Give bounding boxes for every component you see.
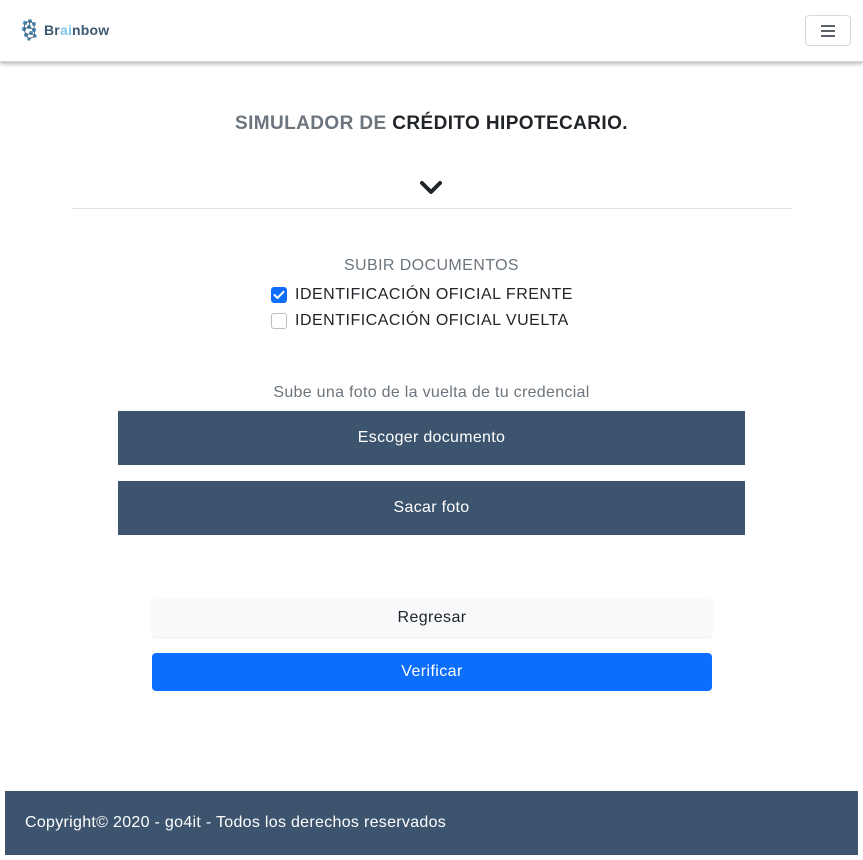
brand-logo[interactable]: Brainbow — [19, 16, 109, 44]
chevron-down-icon[interactable] — [419, 180, 443, 196]
checkbox-label: IDENTIFICACIÓN OFICIAL FRENTE — [295, 286, 573, 303]
page-title: SIMULADOR DE CRÉDITO HIPOTECARIO. — [235, 113, 628, 134]
checkbox-row-id-front[interactable]: IDENTIFICACIÓN OFICIAL FRENTE — [271, 286, 573, 304]
footer-copyright: Copyright© 2020 - go4it - Todos los dere… — [25, 814, 447, 831]
hamburger-icon — [821, 25, 835, 37]
navbar: Brainbow — [0, 0, 863, 62]
back-button[interactable]: Regresar — [152, 599, 712, 637]
footer: Copyright© 2020 - go4it - Todos los dere… — [5, 791, 858, 855]
brain-icon — [21, 19, 37, 41]
checkbox-label: IDENTIFICACIÓN OFICIAL VUELTA — [295, 312, 569, 329]
take-photo-button[interactable]: Sacar foto — [118, 481, 745, 535]
checkbox-id-back[interactable] — [271, 313, 287, 329]
documents-heading: SUBIR DOCUMENTOS — [343, 257, 519, 274]
upload-hint: Sube una foto de la vuelta de tu credenc… — [273, 384, 590, 401]
section-divider — [72, 208, 792, 209]
checkbox-id-front[interactable] — [271, 287, 287, 303]
navbar-toggle-button[interactable] — [805, 15, 851, 46]
checkmark-icon — [273, 290, 285, 299]
brand-name: Brainbow — [44, 22, 110, 38]
verify-button[interactable]: Verificar — [152, 653, 712, 691]
choose-document-button[interactable]: Escoger documento — [118, 411, 745, 465]
checkbox-row-id-back[interactable]: IDENTIFICACIÓN OFICIAL VUELTA — [271, 312, 569, 330]
